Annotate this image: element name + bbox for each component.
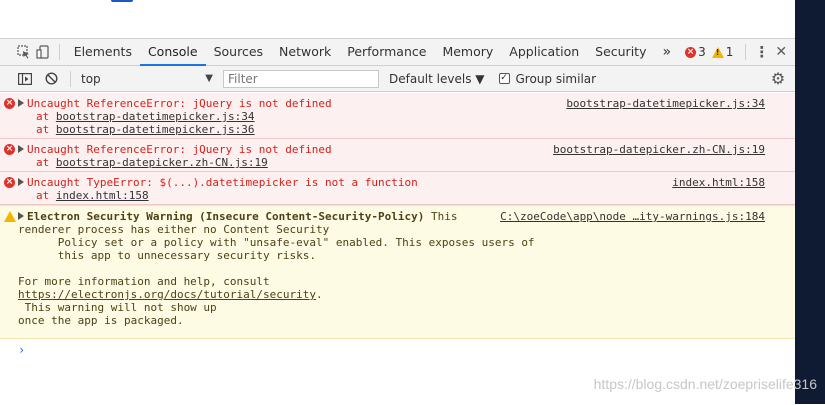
context-selector-value: top — [81, 72, 101, 86]
source-link[interactable]: bootstrap-datepicker.zh-CN.js:19 — [553, 143, 765, 156]
console-prompt[interactable]: › — [0, 339, 795, 357]
filter-input[interactable] — [223, 70, 379, 88]
chevron-down-icon: ▼ — [205, 73, 213, 84]
toolbar-divider — [745, 44, 746, 60]
tab-security[interactable]: Security — [587, 39, 654, 66]
at-label: at — [36, 156, 56, 169]
devtools-tabbar: Elements Console Sources Network Perform… — [0, 39, 795, 66]
error-icon: × — [4, 177, 15, 188]
warning-title-rest: This — [424, 210, 457, 223]
stack-trace: at index.html:158 — [18, 189, 789, 202]
clear-console-icon[interactable] — [38, 66, 64, 92]
app-content-fragment — [111, 0, 133, 2]
warning-line: For more information and help, consult — [18, 275, 270, 288]
stack-link[interactable]: bootstrap-datetimepicker.js:36 — [56, 123, 255, 136]
issue-counts[interactable]: × 3 1 — [679, 45, 739, 59]
expand-triangle-icon[interactable] — [18, 212, 24, 220]
error-icon: × — [4, 98, 15, 109]
stack-link[interactable]: index.html:158 — [56, 189, 149, 202]
expand-triangle-icon[interactable] — [18, 145, 24, 153]
at-label: at — [36, 189, 56, 202]
watermark: https://blog.csdn.net/zoepriselife316 — [594, 376, 817, 392]
warning-line: . — [316, 288, 323, 301]
at-label: at — [36, 110, 56, 123]
error-text: Uncaught ReferenceError: jQuery is not d… — [27, 143, 332, 156]
stack-frame: at index.html:158 — [36, 189, 789, 202]
inspect-icon[interactable] — [14, 39, 33, 65]
warning-count: 1 — [726, 45, 734, 59]
expand-triangle-icon[interactable] — [18, 178, 24, 186]
console-warning-message[interactable]: C:\zoeCode\app\node …ity-warnings.js:184… — [0, 205, 795, 339]
stack-link[interactable]: bootstrap-datepicker.zh-CN.js:19 — [56, 156, 268, 169]
window-side-strip — [795, 0, 825, 404]
warning-body: Electron Security Warning (Insecure Cont… — [18, 210, 789, 327]
stack-frame: at bootstrap-datetimepicker.js:34 — [36, 110, 789, 123]
console-error-message[interactable]: × Uncaught ReferenceError: jQuery is not… — [0, 93, 795, 139]
warning-icon — [712, 47, 724, 58]
close-icon[interactable]: ✕ — [772, 39, 791, 65]
expand-triangle-icon[interactable] — [18, 99, 24, 107]
error-text: Uncaught TypeError: $(...).datetimepicke… — [27, 176, 418, 189]
console-error-message[interactable]: × Uncaught TypeError: $(...).datetimepic… — [0, 172, 795, 205]
settings-gear-icon[interactable]: ⚙ — [765, 66, 791, 92]
console-error-message[interactable]: × Uncaught ReferenceError: jQuery is not… — [0, 139, 795, 172]
group-similar-checkbox[interactable]: ✓ — [499, 73, 510, 84]
app-content-area — [0, 0, 795, 38]
sidebar-toggle-icon[interactable] — [12, 66, 38, 92]
more-tabs-button[interactable]: » — [654, 39, 679, 66]
console-messages: × Uncaught ReferenceError: jQuery is not… — [0, 93, 795, 405]
tab-application[interactable]: Application — [501, 39, 587, 66]
stack-frame: at bootstrap-datetimepicker.js:36 — [36, 123, 789, 136]
tab-elements[interactable]: Elements — [66, 39, 140, 66]
warning-line: once the app is packaged. — [18, 314, 184, 327]
warning-line: this app to unnecessary security risks. — [18, 249, 316, 262]
group-similar-label: Group similar — [516, 72, 597, 86]
tab-performance[interactable]: Performance — [339, 39, 434, 66]
source-link[interactable]: index.html:158 — [672, 176, 765, 189]
tab-sources[interactable]: Sources — [206, 39, 271, 66]
error-icon: × — [685, 47, 696, 58]
error-text: Uncaught ReferenceError: jQuery is not d… — [27, 97, 332, 110]
context-selector[interactable]: top ▼ — [81, 70, 217, 88]
warning-line: Policy set or a policy with "unsafe-eval… — [18, 236, 535, 249]
error-count: 3 — [698, 45, 706, 59]
source-link[interactable]: C:\zoeCode\app\node …ity-warnings.js:184 — [500, 210, 765, 223]
stack-trace: at bootstrap-datepicker.zh-CN.js:19 — [18, 156, 789, 169]
device-toggle-icon[interactable] — [33, 39, 52, 65]
log-levels-dropdown[interactable]: Default levels ▼ — [389, 72, 485, 86]
toolbar-divider — [70, 71, 71, 87]
menu-icon[interactable]: ⋮ — [752, 39, 771, 65]
at-label: at — [36, 123, 56, 136]
source-link[interactable]: bootstrap-datetimepicker.js:34 — [566, 97, 765, 110]
console-filterbar: top ▼ Default levels ▼ ✓ Group similar ⚙ — [0, 66, 795, 92]
warning-icon — [4, 211, 16, 222]
stack-link[interactable]: bootstrap-datetimepicker.js:34 — [56, 110, 255, 123]
stack-frame: at bootstrap-datepicker.zh-CN.js:19 — [36, 156, 789, 169]
log-levels-label: Default levels ▼ — [389, 72, 485, 86]
error-icon: × — [4, 144, 15, 155]
security-docs-link[interactable]: https://electronjs.org/docs/tutorial/sec… — [18, 288, 316, 301]
stack-trace: at bootstrap-datetimepicker.js:34 at boo… — [18, 110, 789, 136]
warning-title: Electron Security Warning (Insecure Cont… — [27, 210, 424, 223]
tab-network[interactable]: Network — [271, 39, 339, 66]
devtools-panel: Elements Console Sources Network Perform… — [0, 38, 795, 404]
warning-line: This warning will not show up — [18, 301, 217, 314]
tab-memory[interactable]: Memory — [434, 39, 501, 66]
toolbar-divider — [59, 44, 60, 60]
warning-line: renderer process has either no Content S… — [18, 223, 329, 236]
prompt-chevron-icon: › — [18, 343, 25, 357]
tab-console[interactable]: Console — [140, 39, 206, 66]
